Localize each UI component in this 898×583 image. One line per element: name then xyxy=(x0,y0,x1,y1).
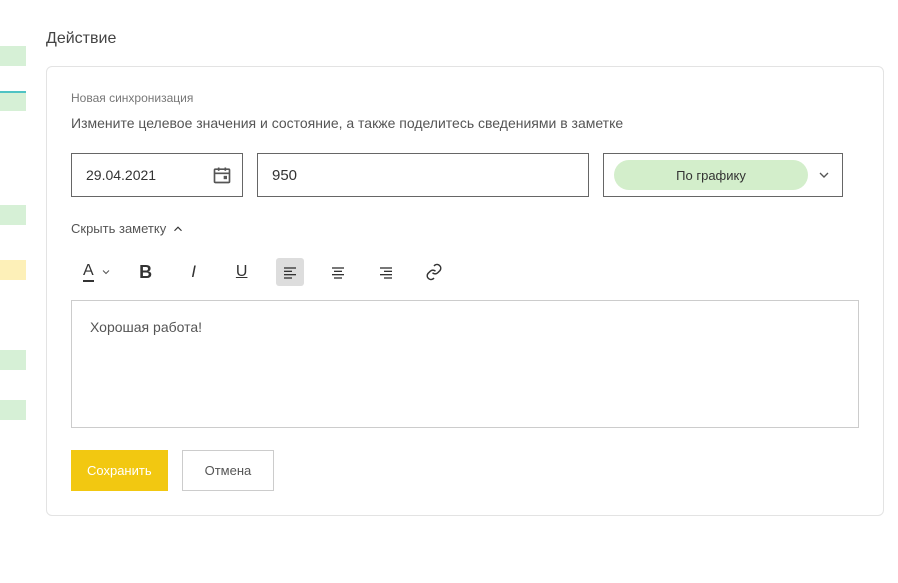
date-input[interactable]: 29.04.2021 xyxy=(71,153,243,197)
chevron-down-icon xyxy=(816,167,832,183)
sync-card: Новая синхронизация Измените целевое зна… xyxy=(46,66,884,516)
calendar-icon[interactable] xyxy=(212,165,232,185)
save-button[interactable]: Сохранить xyxy=(71,450,168,491)
toggle-note-label: Скрыть заметку xyxy=(71,221,166,236)
date-value: 29.04.2021 xyxy=(86,167,156,183)
cancel-button[interactable]: Отмена xyxy=(182,450,275,491)
toggle-note[interactable]: Скрыть заметку xyxy=(71,221,859,236)
sidebar-marker xyxy=(0,400,26,420)
sidebar-marker-active xyxy=(0,91,26,111)
sidebar-marker xyxy=(0,46,26,66)
status-select[interactable]: По графику xyxy=(603,153,843,197)
page-title: Действие xyxy=(46,0,898,66)
align-right-button[interactable] xyxy=(372,258,400,286)
link-button[interactable] xyxy=(420,258,448,286)
chevron-up-icon xyxy=(170,222,186,236)
sidebar-marker xyxy=(0,350,26,370)
status-pill: По графику xyxy=(614,160,808,190)
font-color-button[interactable]: A xyxy=(83,263,112,282)
sidebar-marker xyxy=(0,260,26,280)
italic-button[interactable]: I xyxy=(180,258,208,286)
sync-label: Новая синхронизация xyxy=(71,91,859,105)
chevron-down-icon xyxy=(100,266,112,278)
align-left-button[interactable] xyxy=(276,258,304,286)
sidebar-marker xyxy=(0,205,26,225)
note-textarea[interactable]: Хорошая работа! xyxy=(71,300,859,428)
bold-button[interactable]: B xyxy=(132,258,160,286)
status-value: По графику xyxy=(676,168,746,183)
align-center-button[interactable] xyxy=(324,258,352,286)
underline-button[interactable]: U xyxy=(228,258,256,286)
sync-description: Измените целевое значения и состояние, а… xyxy=(71,115,859,131)
editor-toolbar: A B I U xyxy=(71,258,859,300)
value-input[interactable] xyxy=(257,153,589,197)
